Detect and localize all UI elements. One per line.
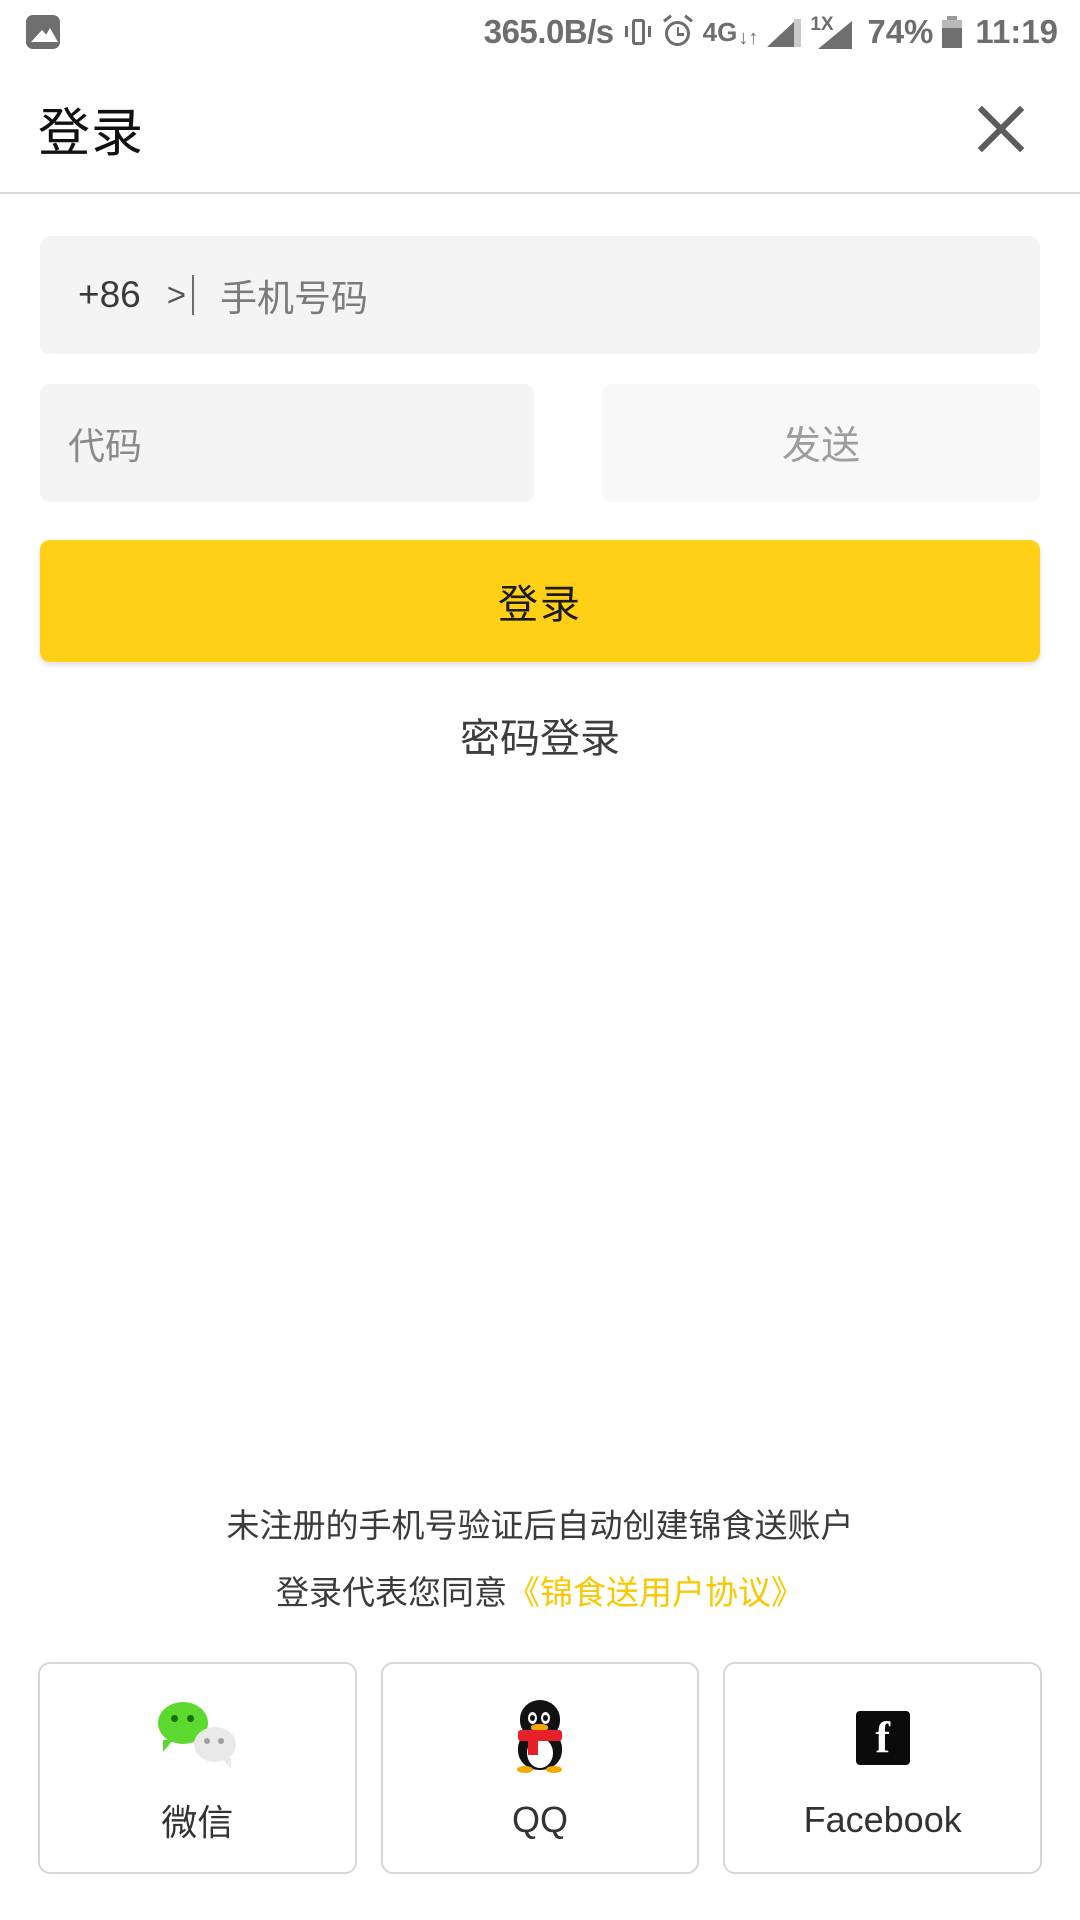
qq-icon-wrap — [508, 1695, 572, 1781]
login-button[interactable]: 登录 — [40, 540, 1040, 662]
signal-strength-icon-sim1 — [767, 17, 802, 47]
alarm-icon — [662, 14, 694, 48]
signal-strength-icon-sim2: 1X — [810, 14, 858, 49]
facebook-label: Facebook — [803, 1799, 962, 1840]
wechat-label: 微信 — [161, 1802, 234, 1843]
field-divider — [192, 275, 195, 315]
page-title: 登录 — [38, 104, 145, 163]
qq-penguin-icon — [508, 1700, 572, 1776]
facebook-icon-wrap: f — [855, 1695, 910, 1781]
password-login-label: 密码登录 — [460, 717, 620, 761]
verification-code-row: 代码 发送 — [40, 384, 1040, 502]
close-icon[interactable] — [962, 89, 1040, 167]
battery-percent-text: 74% — [867, 13, 934, 50]
battery-icon — [942, 16, 963, 48]
data-network-label: 4G — [702, 16, 738, 47]
clock-text: 11:19 — [975, 13, 1058, 50]
status-bar: 365.0B/s 4G ↓↑ 1X 74% 11:19 — [0, 0, 1080, 64]
send-code-label: 发送 — [781, 425, 860, 468]
agreement-text: 未注册的手机号验证后自动创建锦食送账户 登录代表您同意《锦食送用户协议》 — [0, 1500, 1080, 1618]
vibrate-icon — [623, 15, 653, 49]
wechat-icon-wrap — [158, 1690, 237, 1776]
send-code-button[interactable]: 发送 — [602, 384, 1040, 502]
facebook-icon: f — [855, 1711, 910, 1765]
code-input-placeholder[interactable]: 代码 — [68, 416, 142, 470]
password-login-link[interactable]: 密码登录 — [40, 706, 1040, 764]
agreement-line-1: 未注册的手机号验证后自动创建锦食送账户 — [226, 1506, 854, 1544]
wechat-icon — [158, 1702, 237, 1769]
network-speed-text: 365.0B/s — [483, 13, 614, 50]
phone-number-field[interactable]: +86 > 手机号码 — [40, 236, 1040, 354]
gallery-icon — [26, 15, 60, 49]
wechat-login-button[interactable]: 微信 — [38, 1662, 357, 1874]
phone-input-placeholder[interactable]: 手机号码 — [220, 268, 368, 322]
qq-login-button[interactable]: QQ — [380, 1662, 700, 1874]
app-header: 登录 — [0, 64, 1080, 194]
facebook-login-button[interactable]: f Facebook — [723, 1662, 1043, 1874]
data-transfer-arrows: ↓↑ — [738, 26, 759, 49]
social-login-row: 微信 QQ f Facebook — [0, 1618, 1080, 1920]
qq-label: QQ — [512, 1799, 569, 1840]
mobile-data-icon: 4G ↓↑ — [702, 16, 759, 49]
user-agreement-link[interactable]: 《锦食送用户协议》 — [507, 1574, 804, 1611]
agreement-line-2: 登录代表您同意《锦食送用户协议》 — [40, 1567, 1040, 1618]
verification-code-field[interactable]: 代码 — [40, 384, 534, 502]
chevron-right-icon[interactable]: > — [167, 276, 186, 314]
login-screen: 365.0B/s 4G ↓↑ 1X 74% 11:19 登录 +86 > 手机号… — [0, 0, 1080, 1920]
agreement-prefix: 登录代表您同意 — [276, 1573, 507, 1611]
status-bar-left — [26, 15, 60, 49]
login-button-label: 登录 — [498, 583, 582, 627]
login-form: +86 > 手机号码 代码 发送 登录 密码登录 — [0, 194, 1080, 764]
country-code-value[interactable]: +86 — [78, 274, 141, 316]
status-bar-right: 365.0B/s 4G ↓↑ 1X 74% 11:19 — [484, 13, 1058, 51]
